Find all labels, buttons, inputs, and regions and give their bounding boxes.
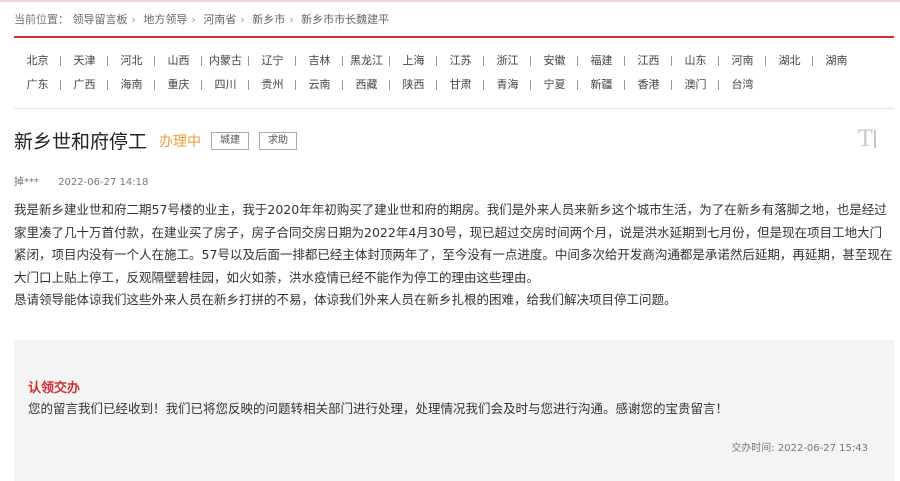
breadcrumb-label: 当前位置： [14,13,69,26]
region-nav: 北京 天津 河北 山西 内蒙古 辽宁 吉林 黑龙江 上海 江苏 浙江 安徽 福建 江西 山东 河南 湖北 湖南 广… [14,48,894,96]
reply-box: 认领交办 您的留言我们已经收到！我们已将您反映的问题转相关部门进行处理，处理情况… [14,340,894,481]
region-link[interactable]: 安徽 [531,52,578,68]
post-author: 掉*** [14,177,39,188]
region-link[interactable]: 云南 [296,76,343,92]
text-size-icon[interactable]: T [858,126,886,152]
region-link[interactable]: 宁夏 [531,76,578,92]
region-divider [14,108,894,109]
post-meta: 掉*** 2022-06-27 14:18 [14,173,148,188]
region-link[interactable]: 澳门 [672,76,719,92]
breadcrumb-item-leader-board[interactable]: 领导留言板 [73,13,128,26]
region-link[interactable]: 广东 [14,76,61,92]
breadcrumb-item-mayor[interactable]: 新乡市市长魏建平 [301,13,389,26]
region-link[interactable]: 河南 [719,52,766,68]
post-time: 2022-06-27 14:18 [58,177,149,188]
region-link[interactable]: 江西 [625,52,672,68]
region-link[interactable]: 吉林 [296,52,343,68]
region-link[interactable]: 香港 [625,76,672,92]
region-link[interactable]: 山东 [672,52,719,68]
region-link[interactable]: 湖北 [766,52,813,68]
region-link[interactable]: 新疆 [578,76,625,92]
region-link[interactable]: 重庆 [155,76,202,92]
region-link[interactable]: 天津 [61,52,108,68]
region-row: 广东 广西 海南 重庆 四川 贵州 云南 西藏 陕西 甘肃 青海 宁夏 新疆 香港 澳门 台湾 [14,72,894,96]
status-badge: 办理中 [159,133,202,150]
top-accent-bar [0,0,900,2]
post-paragraph: 我是新乡建业世和府二期57号楼的业主，我于2020年年初购买了建业世和府的期房。… [14,202,893,285]
breadcrumb-item-province[interactable]: 河南省 [203,13,236,26]
reply-title: 认领交办 [28,381,81,396]
region-link[interactable]: 河北 [108,52,155,68]
reply-time-value: 2022-06-27 15:43 [777,443,868,454]
region-link[interactable]: 山西 [155,52,202,68]
region-link[interactable]: 福建 [578,52,625,68]
post-paragraph: 恳请领导能体谅我们这些外来人员在新乡打拼的不易，体谅我们外来人员在新乡扎根的困难… [14,292,677,307]
region-link[interactable]: 上海 [390,52,437,68]
region-link[interactable]: 湖南 [813,52,860,68]
region-link[interactable]: 青海 [484,76,531,92]
region-link[interactable]: 西藏 [343,76,390,92]
region-link[interactable]: 甘肃 [437,76,484,92]
reply-body: 您的留言我们已经收到！我们已将您反映的问题转相关部门进行处理，处理情况我们会及时… [28,401,729,416]
region-link[interactable]: 浙江 [484,52,531,68]
post-title: 新乡世和府停工 [14,131,148,153]
breadcrumb-item-city[interactable]: 新乡市 [252,13,285,26]
tag-help[interactable]: 求助 [259,131,298,150]
breadcrumb: 当前位置： 领导留言板 › 地方领导 › 河南省 › 新乡市 › 新乡市市长魏建平 [14,13,390,26]
header-divider [14,36,894,38]
reply-time-label: 交办时间: [731,443,775,454]
region-link[interactable]: 海南 [108,76,155,92]
region-link[interactable]: 陕西 [390,76,437,92]
region-link[interactable]: 辽宁 [249,52,296,68]
region-link[interactable]: 四川 [202,76,249,92]
region-link[interactable]: 北京 [14,52,61,68]
breadcrumb-item-local-leaders[interactable]: 地方领导 [143,13,187,26]
region-link[interactable]: 贵州 [249,76,296,92]
post-header: 新乡世和府停工 办理中 城建 求助 [14,127,298,154]
post-content: 我是新乡建业世和府二期57号楼的业主，我于2020年年初购买了建业世和府的期房。… [14,199,894,312]
tag-urban-construction[interactable]: 城建 [211,131,250,150]
region-link[interactable]: 黑龙江 [343,52,390,68]
region-link[interactable]: 台湾 [719,76,766,92]
reply-time: 交办时间: 2022-06-27 15:43 [731,439,868,454]
region-row: 北京 天津 河北 山西 内蒙古 辽宁 吉林 黑龙江 上海 江苏 浙江 安徽 福建 江西 山东 河南 湖北 湖南 [14,48,894,72]
region-link[interactable]: 广西 [61,76,108,92]
region-link[interactable]: 江苏 [437,52,484,68]
region-link[interactable]: 内蒙古 [202,52,249,68]
